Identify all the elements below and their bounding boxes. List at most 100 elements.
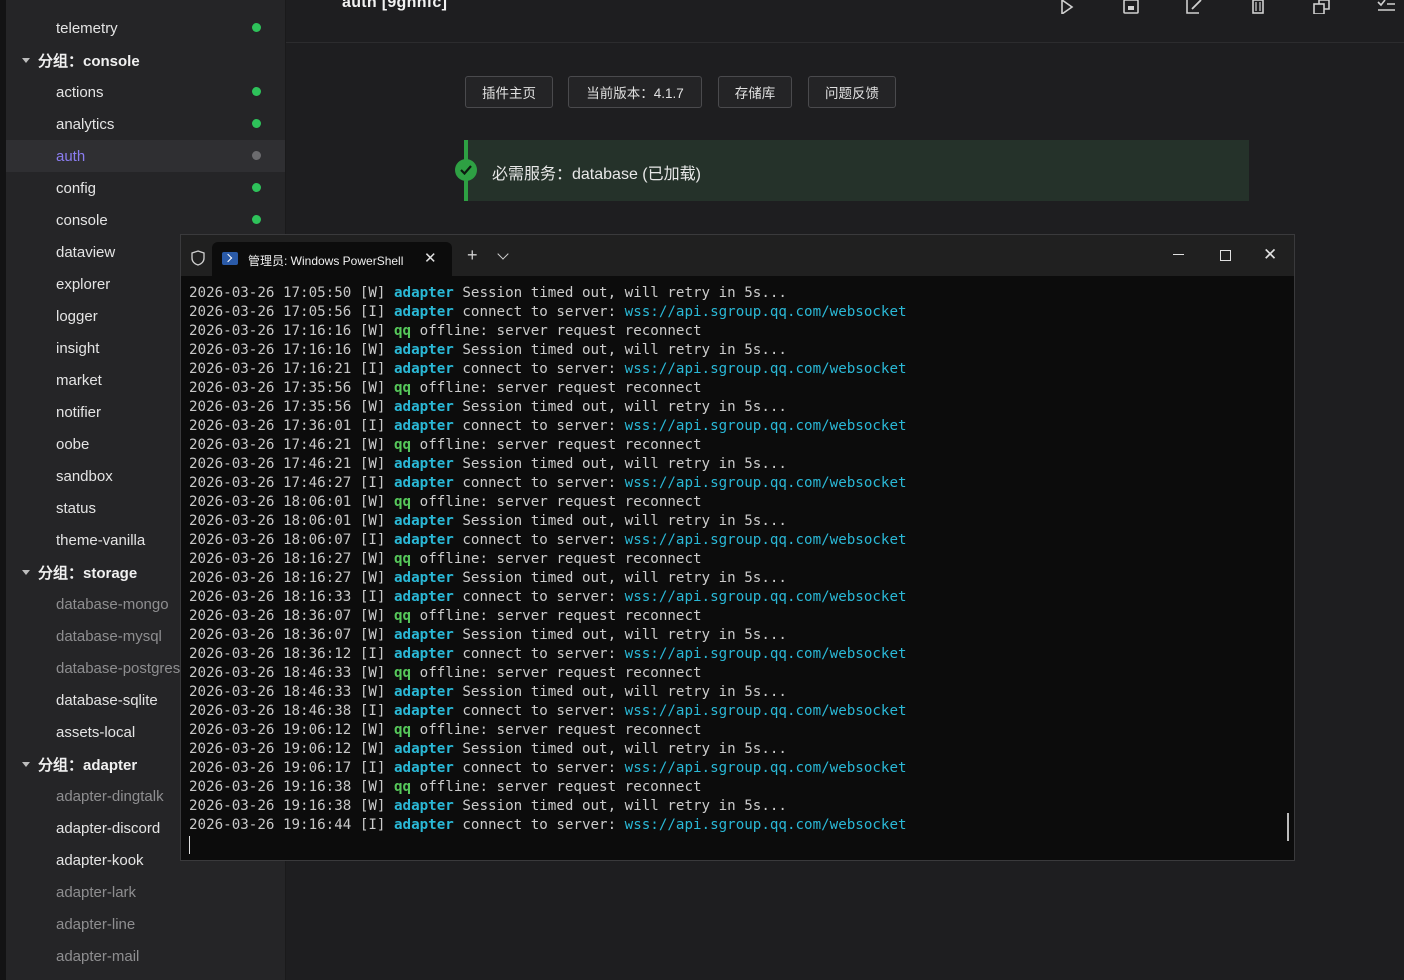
log-source: adapter [394, 741, 454, 757]
sidebar-item[interactable]: telemetry [6, 12, 285, 44]
maximize-icon[interactable] [1220, 250, 1231, 261]
log-line: 2026-03-26 18:46:33 [W] qq offline: serv… [189, 664, 1269, 683]
sidebar-item[interactable]: actions [6, 76, 285, 108]
log-level: [W] [359, 342, 386, 358]
sidebar-item[interactable]: console [6, 204, 285, 236]
chevron-down-icon[interactable] [497, 248, 509, 260]
scrollbar[interactable] [1287, 813, 1289, 841]
log-message: offline: server request reconnect [419, 665, 702, 681]
tab-close-icon[interactable]: ✕ [424, 249, 437, 267]
sidebar-group[interactable]: 分组：console [6, 44, 285, 76]
log-timestamp: 2026-03-26 18:06:01 [189, 513, 352, 529]
terminal-tab[interactable]: 管理员: Windows PowerShell ✕ [212, 242, 452, 276]
delete-icon[interactable] [1249, 0, 1267, 14]
log-url: wss://api.sgroup.qq.com/websocket [624, 760, 907, 776]
log-timestamp: 2026-03-26 19:06:17 [189, 760, 352, 776]
minimize-icon[interactable] [1173, 254, 1184, 255]
sidebar-item[interactable]: adapter-mail [6, 940, 285, 972]
sidebar-item[interactable]: adapter-line [6, 908, 285, 940]
list-icon[interactable] [1377, 0, 1395, 14]
powershell-icon [222, 252, 238, 265]
repository-button[interactable]: 存储库 [718, 76, 792, 108]
sidebar-item[interactable]: adapter-lark [6, 876, 285, 908]
log-message: Session timed out, will retry in 5s... [462, 399, 787, 415]
new-tab-button[interactable]: + [467, 245, 478, 266]
sidebar-item-label: adapter-line [56, 915, 136, 933]
sidebar-item-label: analytics [56, 115, 115, 133]
play-icon[interactable] [1057, 0, 1075, 14]
log-timestamp: 2026-03-26 17:16:21 [189, 361, 352, 377]
sidebar-item-label: status [56, 499, 97, 517]
log-line: 2026-03-26 19:06:17 [I] adapter connect … [189, 759, 1269, 778]
log-level: [I] [359, 646, 386, 662]
log-line: 2026-03-26 17:46:21 [W] qq offline: serv… [189, 436, 1269, 455]
log-message: Session timed out, will retry in 5s... [462, 741, 787, 757]
log-source: adapter [394, 399, 454, 415]
sidebar-item[interactable]: config [6, 172, 285, 204]
log-line: 2026-03-26 18:16:27 [W] adapter Session … [189, 569, 1269, 588]
log-message: offline: server request reconnect [419, 380, 702, 396]
sidebar-item-label: adapter-dingtalk [56, 787, 164, 805]
log-line: 2026-03-26 18:16:27 [W] qq offline: serv… [189, 550, 1269, 569]
log-timestamp: 2026-03-26 18:16:27 [189, 570, 352, 586]
log-level: [W] [359, 608, 386, 624]
log-source: adapter [394, 285, 454, 301]
log-timestamp: 2026-03-26 19:06:12 [189, 722, 352, 738]
edit-icon[interactable] [1185, 0, 1203, 14]
log-url: wss://api.sgroup.qq.com/websocket [624, 418, 907, 434]
save-icon[interactable] [1122, 0, 1140, 14]
log-line: 2026-03-26 17:36:01 [I] adapter connect … [189, 417, 1269, 436]
terminal-output[interactable]: 2026-03-26 17:05:50 [W] adapter Session … [189, 284, 1269, 835]
log-timestamp: 2026-03-26 17:46:27 [189, 475, 352, 491]
feedback-button[interactable]: 问题反馈 [808, 76, 896, 108]
sidebar-item-label: auth [56, 147, 86, 165]
log-line: 2026-03-26 18:16:33 [I] adapter connect … [189, 588, 1269, 607]
sidebar-item[interactable]: auth [6, 140, 285, 172]
log-level: [W] [359, 285, 386, 301]
log-level: [W] [359, 551, 386, 567]
version-button[interactable]: 当前版本：4.1.7 [568, 76, 702, 108]
sidebar-item[interactable]: analytics [6, 108, 285, 140]
log-timestamp: 2026-03-26 17:46:21 [189, 456, 352, 472]
log-level: [I] [359, 475, 386, 491]
copy-icon[interactable] [1313, 0, 1331, 14]
tab-title: 管理员: Windows PowerShell [248, 254, 404, 268]
log-timestamp: 2026-03-26 17:35:56 [189, 380, 352, 396]
log-level: [W] [359, 380, 386, 396]
terminal-titlebar[interactable]: 管理员: Windows PowerShell ✕ + ✕ [181, 235, 1294, 276]
caret-down-icon[interactable] [22, 57, 30, 63]
log-timestamp: 2026-03-26 18:36:07 [189, 608, 352, 624]
log-level: [W] [359, 798, 386, 814]
log-timestamp: 2026-03-26 17:16:16 [189, 323, 352, 339]
caret-down-icon[interactable] [22, 761, 30, 767]
log-timestamp: 2026-03-26 17:05:56 [189, 304, 352, 320]
window-close-icon[interactable]: ✕ [1263, 245, 1279, 264]
log-timestamp: 2026-03-26 18:16:27 [189, 551, 352, 567]
sidebar-item-label: database-mysql [56, 627, 162, 645]
log-url: wss://api.sgroup.qq.com/websocket [624, 361, 907, 377]
log-source: adapter [394, 589, 454, 605]
log-level: [I] [359, 589, 386, 605]
powershell-window[interactable]: 管理员: Windows PowerShell ✕ + ✕ 2026-03-26… [180, 234, 1295, 861]
sidebar-item-label: dataview [56, 243, 116, 261]
plugin-homepage-button[interactable]: 插件主页 [465, 76, 553, 108]
log-timestamp: 2026-03-26 18:46:33 [189, 684, 352, 700]
sidebar-item-label: telemetry [56, 19, 118, 37]
log-source: qq [394, 380, 412, 396]
shield-icon [191, 250, 205, 266]
log-message: Session timed out, will retry in 5s... [462, 798, 787, 814]
required-service-notice: 必需服务：database (已加载) [455, 140, 1249, 201]
log-source: adapter [394, 817, 454, 833]
sidebar-item-label: database-mongo [56, 595, 169, 613]
log-source: adapter [394, 532, 454, 548]
sidebar-item-label: 分组：adapter [38, 756, 138, 774]
log-source: adapter [394, 456, 454, 472]
log-line: 2026-03-26 17:05:50 [W] adapter Session … [189, 284, 1269, 303]
status-dot [252, 87, 261, 96]
log-message: connect to server: [462, 532, 625, 548]
log-timestamp: 2026-03-26 18:06:01 [189, 494, 352, 510]
log-line: 2026-03-26 19:16:44 [I] adapter connect … [189, 816, 1269, 835]
log-level: [W] [359, 323, 386, 339]
caret-down-icon[interactable] [22, 569, 30, 575]
sidebar-item-label: assets-local [56, 723, 136, 741]
